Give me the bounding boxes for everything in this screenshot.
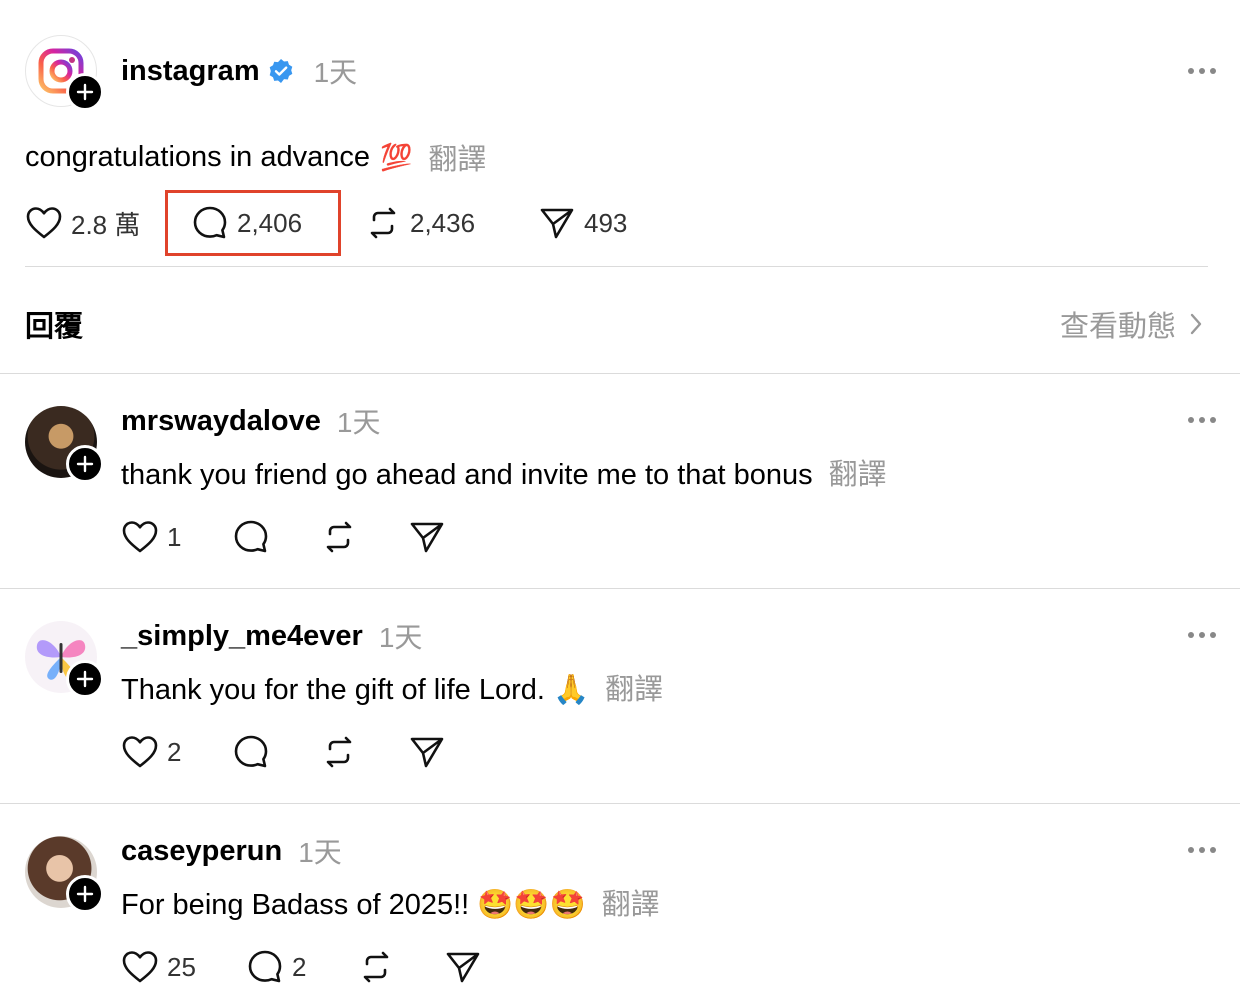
post-like-button[interactable]: 2.8 萬: [25, 204, 140, 242]
comment-repost-button[interactable]: [320, 518, 358, 556]
comment-reply-count: 2: [292, 951, 307, 982]
view-activity-label: 查看動態: [1059, 311, 1176, 343]
comment-like-count: 25: [167, 951, 196, 982]
post-divider: [25, 266, 1208, 267]
comment-reply-button[interactable]: [232, 518, 270, 556]
comment-header: _simply_me4ever 1天: [121, 617, 422, 655]
follow-plus-button[interactable]: [66, 73, 104, 111]
comment-username[interactable]: _simply_me4ever: [121, 620, 363, 653]
comment-text: For being Badass of 2025!! 🤩🤩🤩: [121, 889, 586, 921]
send-icon: [410, 522, 444, 553]
heart-icon: [26, 207, 62, 239]
comment-share-button[interactable]: [408, 733, 446, 771]
post-comment-button[interactable]: 2,406: [191, 204, 302, 242]
heart-icon: [122, 736, 158, 768]
send-icon: [540, 208, 574, 239]
replies-title: 回覆: [25, 311, 84, 343]
hundred-emoji: 💯: [380, 141, 413, 172]
comment-divider: [0, 588, 1240, 589]
follow-plus-button[interactable]: [66, 445, 104, 483]
comment-share-button[interactable]: [408, 518, 446, 556]
comment-time: 1天: [298, 837, 342, 868]
post-comment-count: 2,406: [237, 207, 303, 238]
send-icon: [446, 952, 480, 983]
heart-icon: [122, 951, 158, 983]
comment-bubble-icon: [234, 735, 268, 768]
post-share-button[interactable]: 493: [538, 204, 627, 242]
comment-like-count: 1: [167, 521, 182, 552]
comment-repost-button[interactable]: [320, 733, 358, 771]
comment-time: 1天: [378, 622, 423, 653]
follow-plus-button[interactable]: [66, 875, 104, 913]
comment-username[interactable]: mrswaydalove: [121, 405, 321, 438]
post-more-options-icon[interactable]: [1188, 68, 1216, 76]
follow-plus-button[interactable]: [66, 660, 104, 698]
post-username[interactable]: instagram: [121, 55, 260, 88]
post-time: 1天: [313, 57, 358, 88]
repost-icon: [326, 736, 352, 768]
comment-divider: [0, 803, 1240, 804]
post-caption: congratulations in advance 💯 翻譯: [25, 136, 486, 178]
chevron-right-icon: [1190, 313, 1202, 335]
comment-reply-button[interactable]: [232, 733, 270, 771]
comment-like-button[interactable]: 1: [121, 518, 181, 556]
comment-share-button[interactable]: [444, 948, 482, 986]
send-icon: [410, 737, 444, 768]
comment-text: thank you friend go ahead and invite me …: [121, 459, 813, 491]
repost-icon: [370, 207, 396, 239]
post-share-count: 493: [584, 207, 628, 238]
comment-body: thank you friend go ahead and invite me …: [121, 451, 887, 493]
comment-like-button[interactable]: 25: [121, 948, 196, 986]
post-header: instagram 1天: [121, 52, 357, 90]
comment-translate-link[interactable]: 翻譯: [605, 674, 663, 706]
comment-reply-button[interactable]: 2: [246, 948, 306, 986]
comment-header: mrswaydalove 1天: [121, 402, 380, 440]
comment-translate-link[interactable]: 翻譯: [602, 889, 660, 921]
comment-repost-button[interactable]: [357, 948, 395, 986]
comment-more-options-icon[interactable]: [1188, 417, 1216, 425]
repost-icon: [326, 521, 352, 553]
comment-bubble-icon: [193, 206, 227, 239]
comment-bubble-icon: [234, 520, 268, 553]
comment-more-options-icon[interactable]: [1188, 632, 1216, 640]
repost-icon: [363, 951, 389, 983]
comment-translate-link[interactable]: 翻譯: [829, 459, 887, 491]
post-repost-count: 2,436: [410, 207, 476, 238]
comment-time: 1天: [336, 407, 381, 438]
comment-like-count: 2: [167, 736, 182, 767]
post-translate-link[interactable]: 翻譯: [428, 136, 486, 178]
replies-divider: [0, 373, 1240, 374]
comment-more-options-icon[interactable]: [1188, 847, 1216, 855]
heart-icon: [122, 521, 158, 553]
post-repost-button[interactable]: 2,436: [364, 204, 475, 242]
comment-text: Thank you for the gift of life Lord. 🙏: [121, 674, 590, 706]
comment-body: For being Badass of 2025!! 🤩🤩🤩 翻譯: [121, 881, 660, 923]
view-activity-link[interactable]: 查看動態: [1060, 303, 1206, 345]
comment-username[interactable]: caseyperun: [121, 835, 282, 868]
verified-badge-icon: [269, 59, 292, 83]
comment-body: Thank you for the gift of life Lord. 🙏 翻譯: [121, 666, 663, 708]
comment-bubble-icon: [248, 950, 282, 983]
comment-header: caseyperun 1天: [121, 832, 342, 870]
post-text: congratulations in advance: [25, 140, 371, 173]
comment-like-button[interactable]: 2: [121, 733, 181, 771]
post-like-count: 2.8 萬: [71, 209, 141, 240]
